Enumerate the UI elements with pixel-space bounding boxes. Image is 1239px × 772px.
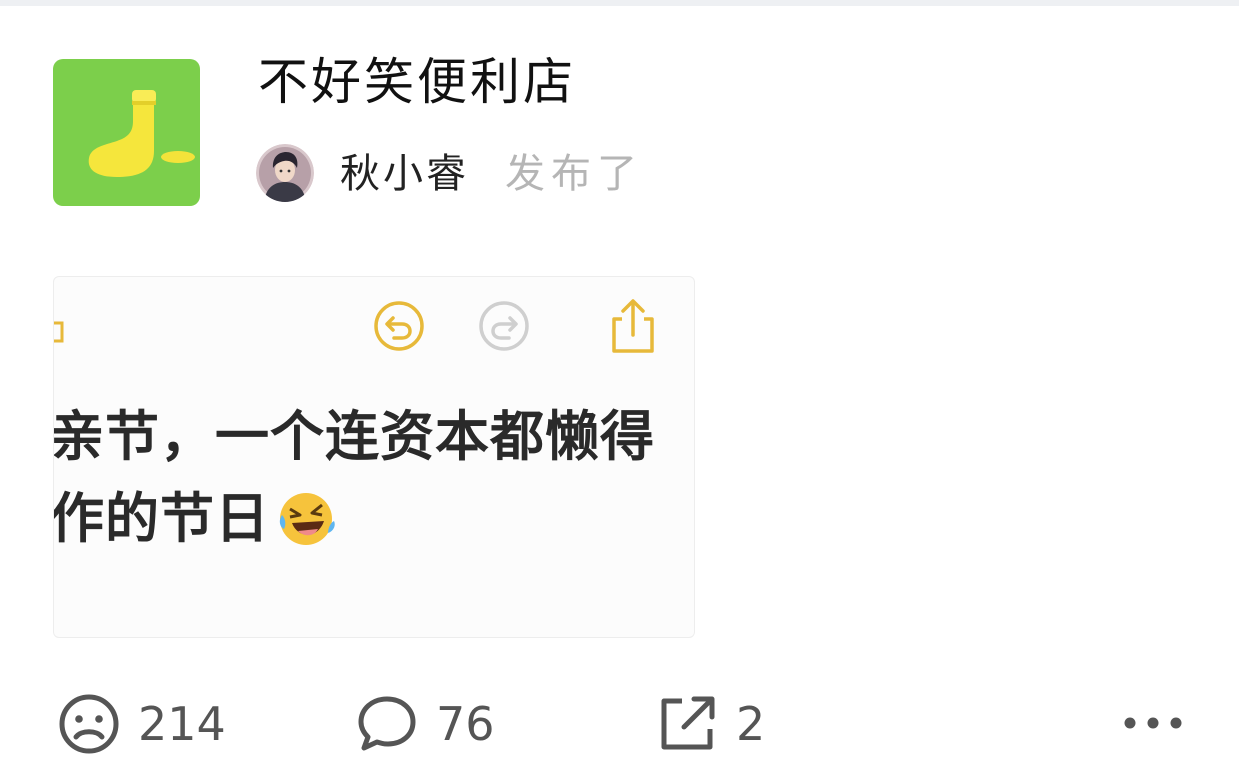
share-out-icon: [661, 696, 715, 750]
post-image-preview[interactable]: 亲节，一个连资本都懒得 作的节日: [53, 276, 695, 638]
like-button[interactable]: 214: [58, 692, 226, 756]
share-icon: [612, 299, 654, 353]
preview-text-line-2-text: 作的节日: [53, 487, 270, 550]
avatar-image: [256, 144, 314, 202]
share-button[interactable]: 2: [656, 692, 765, 756]
comment-icon: [358, 696, 416, 751]
undo-icon: [374, 301, 424, 351]
author-avatar[interactable]: [256, 144, 314, 202]
group-avatar[interactable]: [53, 59, 200, 206]
comment-button[interactable]: 76: [356, 692, 495, 756]
more-button[interactable]: [1120, 705, 1186, 741]
like-count: 214: [138, 697, 226, 751]
more-dots-icon: [1124, 717, 1182, 729]
sock-icon: [88, 90, 195, 177]
author-name[interactable]: 秋小睿: [340, 148, 469, 200]
comment-count: 76: [436, 697, 495, 751]
group-title[interactable]: 不好笑便利店: [258, 52, 576, 112]
action-label: 发布了: [505, 151, 643, 197]
rolling-laughing-emoji: [276, 487, 336, 547]
partial-icon: [54, 321, 64, 343]
preview-text-line-2: 作的节日: [53, 487, 336, 551]
redo-icon: [479, 301, 529, 351]
preview-text-line-1: 亲节，一个连资本都懒得: [53, 405, 655, 468]
share-count: 2: [736, 697, 766, 751]
top-divider: [0, 0, 1239, 6]
smiley-like-icon: [59, 694, 119, 754]
